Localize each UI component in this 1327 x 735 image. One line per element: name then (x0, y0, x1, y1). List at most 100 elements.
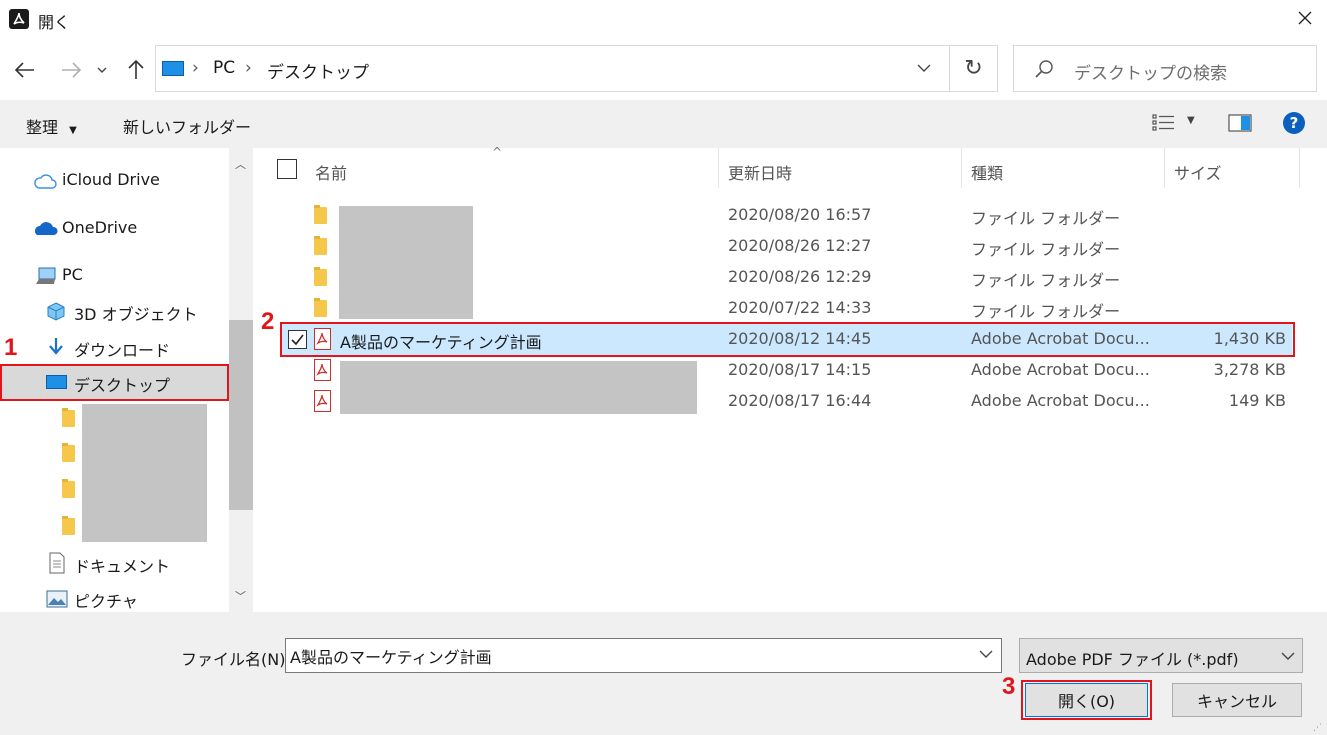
redacted-folder-names (82, 404, 207, 542)
forward-button[interactable] (55, 54, 87, 86)
chevron-down-icon (979, 650, 993, 658)
pdf-file-icon (314, 390, 331, 412)
chevron-up-icon[interactable]: ︿ (235, 156, 246, 172)
arrow-left-icon (14, 62, 34, 78)
preview-pane-icon (1228, 114, 1252, 132)
column-header-type[interactable]: 種類 (971, 160, 1003, 184)
cube-icon (47, 302, 65, 321)
search-placeholder: デスクトップの検索 (1074, 64, 1227, 84)
caret-down-icon[interactable]: ▼ (1187, 115, 1195, 126)
folder-icon (62, 516, 75, 535)
column-divider (1299, 148, 1300, 188)
sidebar-item-pc[interactable]: PC (0, 258, 228, 292)
address-history-button[interactable] (916, 60, 932, 80)
window-title: 開く (38, 13, 71, 32)
sidebar-item-label: ドキュメント (74, 557, 171, 576)
search-input[interactable]: デスクトップの検索 (1013, 45, 1317, 92)
close-button[interactable] (1282, 0, 1327, 36)
folder-icon (314, 298, 327, 317)
column-header-size[interactable]: サイズ (1174, 160, 1222, 184)
resize-grip-icon[interactable]: ⋰ (1313, 723, 1322, 733)
folder-icon (314, 267, 327, 286)
sidebar-scroll-thumb[interactable] (229, 320, 253, 510)
new-folder-button[interactable]: 新しいフォルダー (123, 114, 251, 138)
chevron-down-icon (1281, 652, 1295, 660)
sidebar-item-icloud[interactable]: iCloud Drive (0, 163, 228, 197)
column-divider (718, 148, 719, 188)
refresh-button[interactable]: ↻ (950, 45, 998, 92)
close-icon (1298, 11, 1311, 25)
sidebar-item-label: OneDrive (62, 218, 138, 237)
refresh-icon: ↻ (964, 56, 983, 81)
sidebar-item-label: ピクチャ (74, 592, 138, 611)
column-header-modified[interactable]: 更新日時 (728, 160, 792, 184)
arrow-up-icon (128, 59, 144, 79)
help-icon: ? (1283, 112, 1305, 134)
sidebar-item-3d-objects[interactable]: 3D オブジェクト (0, 294, 228, 328)
file-modified: 2020/08/26 12:29 (728, 267, 872, 286)
file-modified: 2020/08/26 12:27 (728, 236, 872, 255)
pc-icon (36, 267, 56, 284)
file-modified: 2020/08/17 16:44 (728, 391, 872, 410)
file-type: ファイル フォルダー (971, 209, 1121, 228)
sidebar-item-label: PC (62, 265, 83, 284)
sidebar-item-label: 3D オブジェクト (74, 305, 198, 324)
redacted-folder-names (339, 206, 473, 319)
breadcrumb-pc[interactable]: PC (213, 58, 235, 78)
sidebar-item-downloads[interactable]: ダウンロード (0, 330, 228, 364)
chevron-right-icon: › (245, 58, 252, 78)
annotation-number-3: 3 (1002, 673, 1016, 700)
sidebar-item-onedrive[interactable]: OneDrive (0, 211, 228, 245)
annotation-number-2: 2 (261, 308, 275, 335)
help-button[interactable]: ? (1282, 111, 1306, 139)
preview-pane-button[interactable] (1228, 113, 1252, 137)
breadcrumb-desktop[interactable]: デスクトップ (267, 58, 369, 83)
acrobat-app-icon (9, 9, 29, 29)
folder-icon (62, 443, 75, 462)
file-type: Adobe Acrobat Docu... (971, 391, 1150, 410)
annotation-box-desktop (0, 364, 229, 401)
file-size: 3,278 KB (1213, 360, 1286, 379)
column-divider (1164, 148, 1165, 188)
column-divider (961, 148, 962, 188)
up-button[interactable] (120, 54, 152, 86)
onedrive-icon (35, 222, 58, 235)
details-view-icon (1152, 114, 1174, 131)
back-button[interactable] (9, 54, 41, 86)
view-options-button[interactable] (1152, 113, 1176, 137)
file-modified: 2020/08/20 16:57 (728, 205, 872, 224)
recent-locations-button[interactable] (90, 54, 114, 86)
annotation-box-file (280, 322, 1295, 357)
chevron-down-icon[interactable]: ﹀ (235, 588, 246, 604)
file-type: Adobe Acrobat Docu... (971, 360, 1150, 379)
document-icon (49, 552, 65, 574)
filename-history-button[interactable] (978, 646, 994, 666)
address-bar[interactable]: › PC › デスクトップ (155, 45, 950, 92)
folder-icon (62, 479, 75, 498)
command-toolbar: 整理 ▼ 新しいフォルダー ▼ ? (0, 100, 1327, 148)
file-type: ファイル フォルダー (971, 302, 1121, 321)
sidebar-item-label: iCloud Drive (62, 170, 160, 189)
file-modified: 2020/08/17 14:15 (728, 360, 872, 379)
file-modified: 2020/07/22 14:33 (728, 298, 872, 317)
icloud-icon (34, 174, 57, 189)
sidebar-item-label: ダウンロード (74, 341, 171, 360)
pdf-file-icon (314, 359, 331, 381)
svg-text:?: ? (1290, 114, 1299, 132)
sidebar-item-pictures[interactable]: ピクチャ (0, 581, 228, 612)
folder-icon (62, 408, 75, 427)
annotation-box-open (1021, 680, 1152, 720)
search-icon (1035, 60, 1053, 78)
column-header-name[interactable]: 名前 (315, 160, 347, 184)
annotation-number-1: 1 (4, 334, 18, 361)
chevron-right-icon: › (192, 58, 199, 78)
caret-down-icon: ▼ (69, 125, 77, 136)
select-all-checkbox[interactable] (277, 159, 297, 179)
filetype-value: Adobe PDF ファイル (*.pdf) (1026, 650, 1239, 669)
cancel-button[interactable]: キャンセル (1172, 683, 1302, 717)
organize-button[interactable]: 整理 ▼ (26, 114, 77, 138)
pc-icon (162, 61, 184, 76)
filename-input[interactable] (285, 638, 1002, 673)
filetype-select[interactable]: Adobe PDF ファイル (*.pdf) (1019, 638, 1303, 673)
sidebar-item-documents[interactable]: ドキュメント (0, 546, 228, 580)
